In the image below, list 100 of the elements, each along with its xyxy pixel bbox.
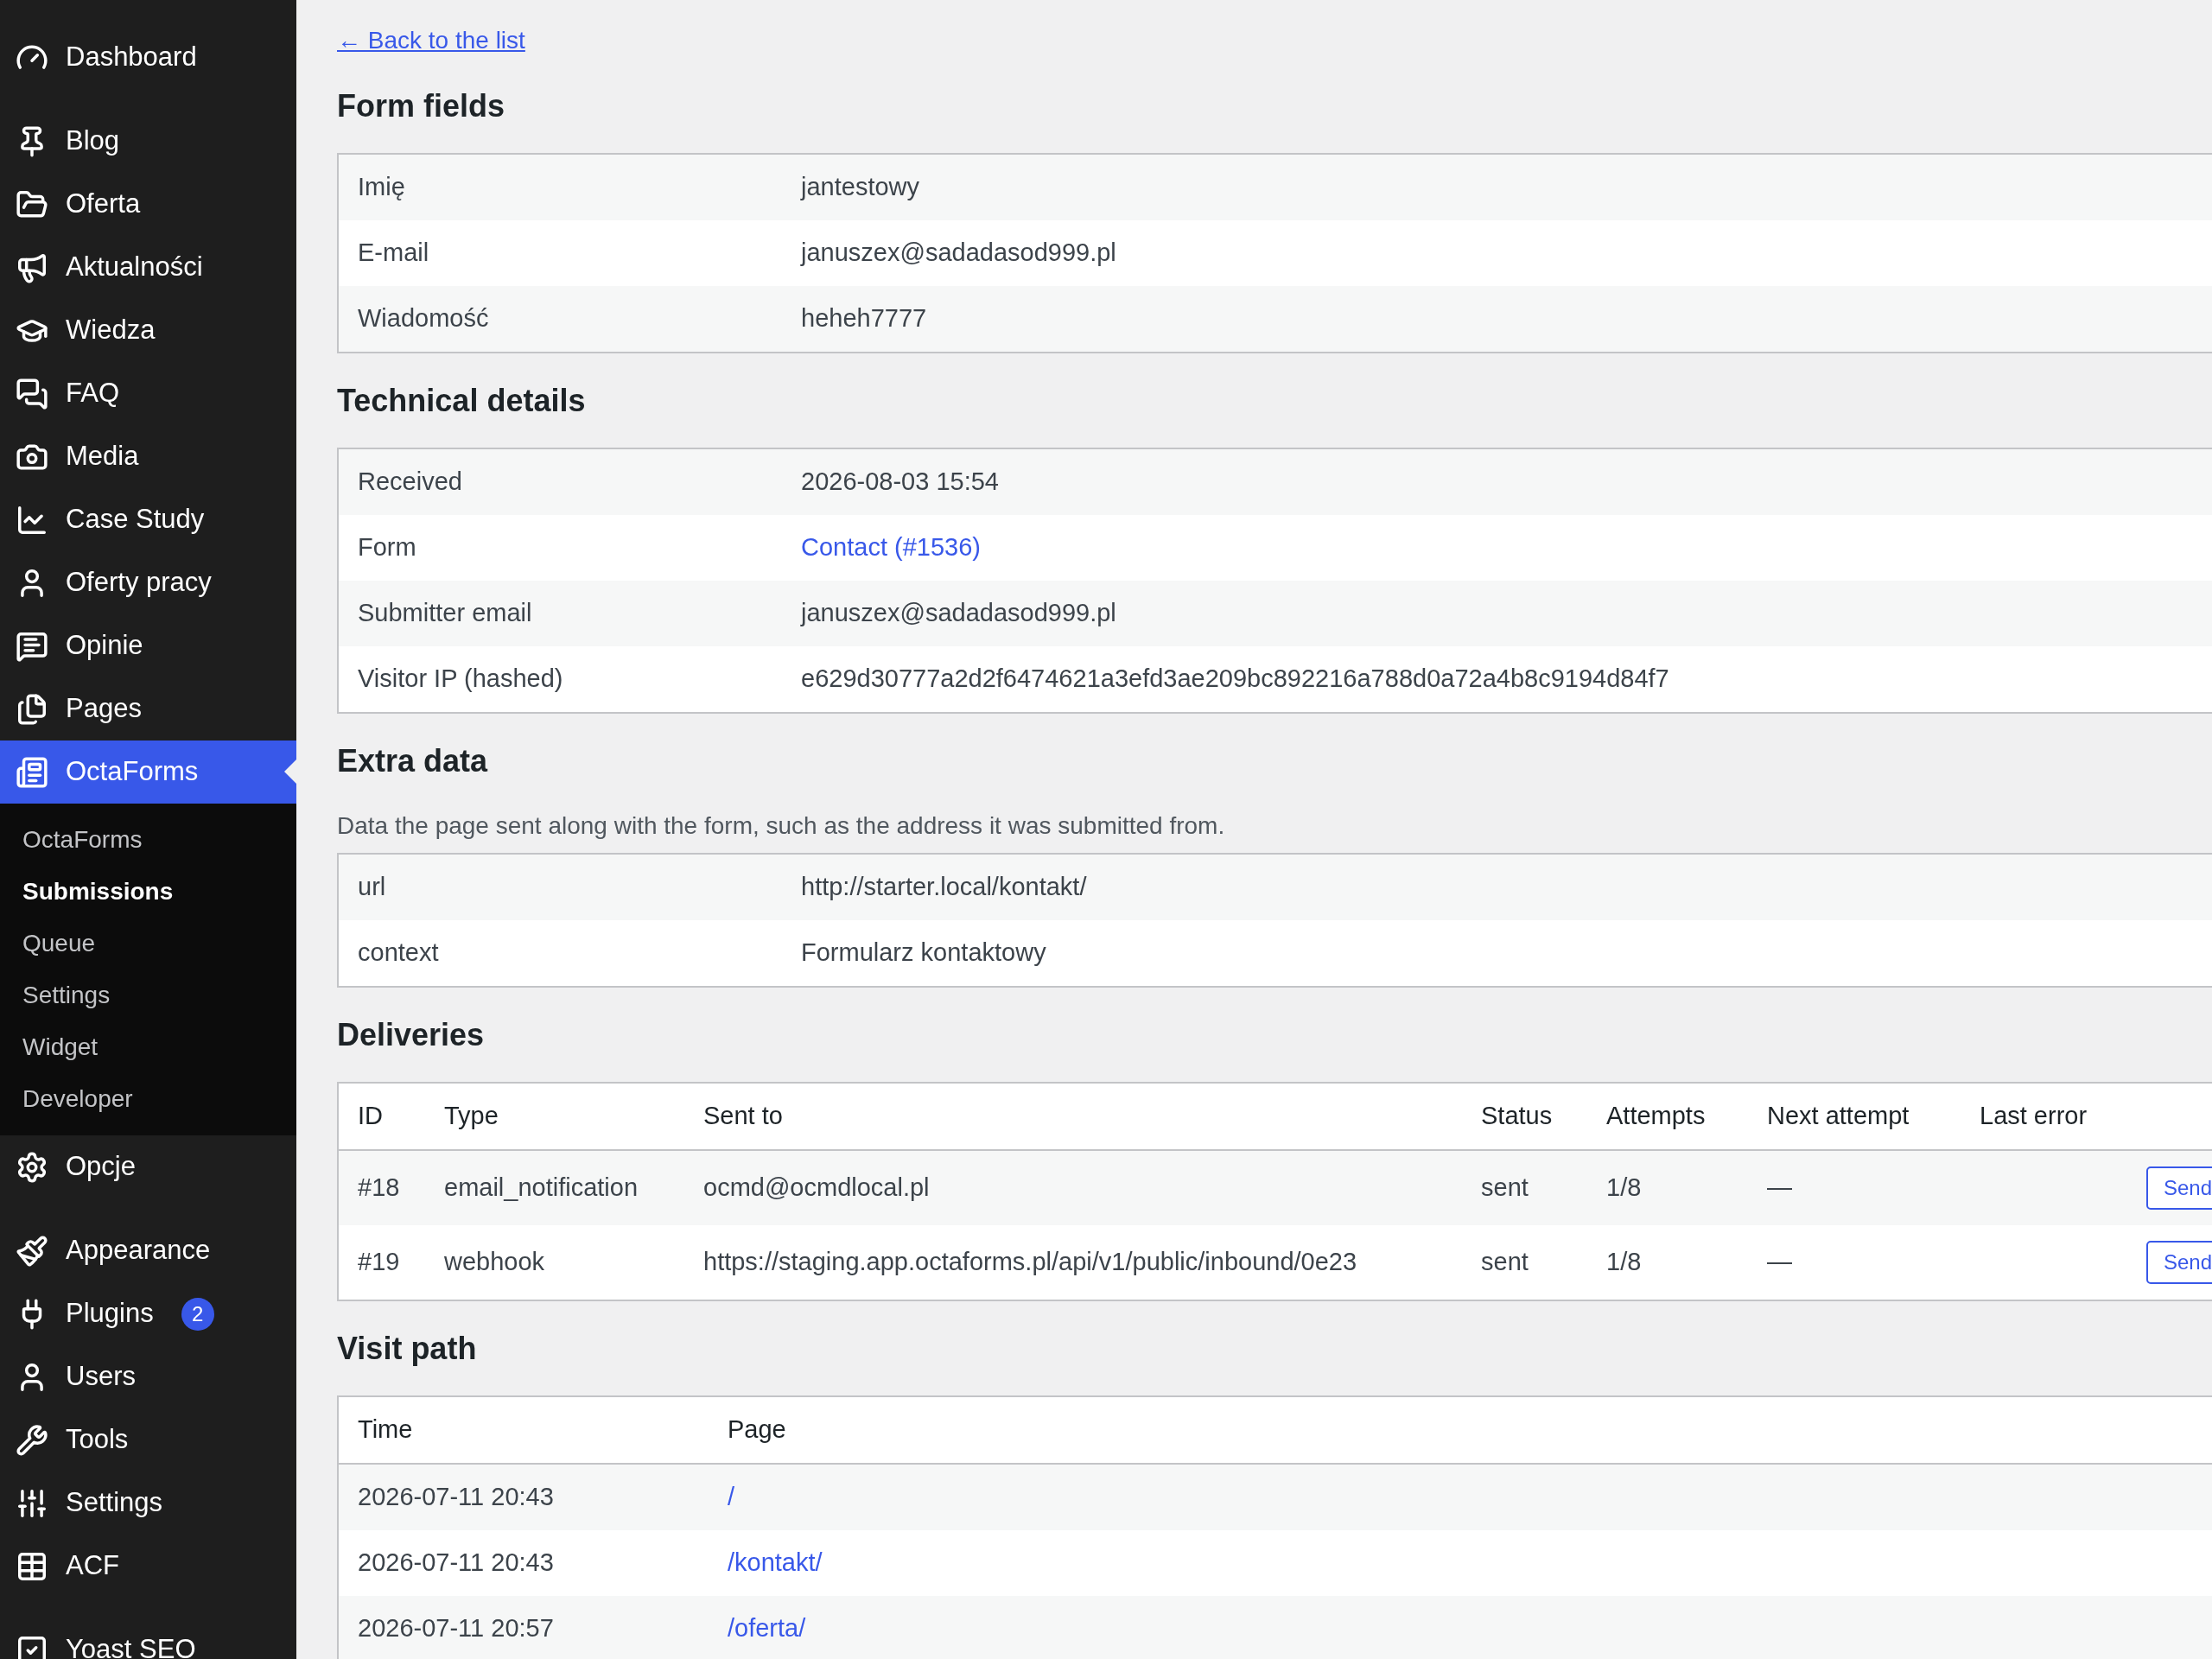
sidebar-item[interactable]: Settings bbox=[0, 1471, 296, 1535]
sidebar-item-label: Dashboard bbox=[66, 41, 197, 74]
table-cell: ocmd@ocmdlocal.pl bbox=[703, 1173, 930, 1202]
section-heading: Technical details bbox=[337, 382, 587, 420]
table-cell: #19 bbox=[358, 1248, 400, 1276]
form-icon bbox=[16, 755, 48, 789]
sidebar-item[interactable]: Oferty pracy bbox=[0, 551, 296, 614]
sidebar-item-label: Users bbox=[66, 1360, 136, 1394]
sidebar-item[interactable]: Tools bbox=[0, 1408, 296, 1471]
current-pointer-icon bbox=[284, 760, 296, 784]
field-label: Wiadomość bbox=[357, 303, 490, 334]
section-heading: Form fields bbox=[337, 87, 506, 125]
submenu-item[interactable]: Widget bbox=[0, 1021, 296, 1073]
chat-bubbles-icon bbox=[16, 377, 48, 410]
sidebar-item[interactable]: Pages bbox=[0, 677, 296, 741]
field-label: Imię bbox=[357, 172, 406, 203]
sidebar-item-label: Oferty pracy bbox=[66, 566, 212, 600]
sidebar-item[interactable]: Appearance bbox=[0, 1219, 296, 1282]
field-value: e629d30777a2d2f6474621a3efd3ae209bc892216a788d0a72a4b8c9194d84f7 bbox=[801, 664, 1669, 695]
page-link[interactable]: /kontakt/ bbox=[728, 1544, 823, 1582]
field-label: Received bbox=[357, 467, 463, 498]
sidebar-item-label: Plugins bbox=[66, 1297, 154, 1331]
table-cell: #18 bbox=[358, 1173, 400, 1202]
column-header: Sent to bbox=[703, 1102, 783, 1130]
table-cell: email_notification bbox=[444, 1173, 639, 1202]
field-value: http://starter.local/kontakt/ bbox=[801, 872, 1087, 903]
sidebar-item-label: Yoast SEO bbox=[66, 1633, 196, 1659]
sidebar-item[interactable]: ACF bbox=[0, 1535, 296, 1598]
field-value: januszex@sadadasod999.pl bbox=[801, 238, 1116, 269]
page-link[interactable]: /oferta/ bbox=[728, 1610, 806, 1648]
field-value: Formularz kontaktowy bbox=[801, 938, 1046, 969]
send-button[interactable]: Send bbox=[2146, 1241, 2212, 1284]
page-link[interactable]: / bbox=[728, 1478, 735, 1516]
sidebar-item[interactable]: Media bbox=[0, 425, 296, 488]
settings-icon bbox=[16, 1150, 48, 1184]
table-cell: webhook bbox=[444, 1248, 545, 1276]
field-label: Submitter email bbox=[357, 598, 533, 629]
sidebar-item[interactable]: Oferta bbox=[0, 173, 296, 236]
sidebar-item[interactable]: Yoast SEO bbox=[0, 1618, 296, 1659]
wrench-icon bbox=[16, 1423, 48, 1457]
back-link[interactable]: ← Back to the list bbox=[337, 27, 525, 54]
sidebar-item-label: Oferta bbox=[66, 188, 141, 221]
sidebar-item[interactable]: Plugins 2 bbox=[0, 1282, 296, 1345]
column-header: Next attempt bbox=[1767, 1102, 1910, 1130]
sidebar-item-label: Opinie bbox=[66, 629, 143, 663]
sidebar-item-label: Aktualności bbox=[66, 251, 203, 284]
table-cell: 1/8 bbox=[1606, 1173, 1642, 1202]
time-cell: 2026-07-11 20:43 bbox=[358, 1483, 554, 1511]
sidebar-item[interactable]: Opinie bbox=[0, 614, 296, 677]
section-heading: Visit path bbox=[337, 1330, 478, 1368]
column-header: Status bbox=[1481, 1102, 1553, 1130]
sidebar-item[interactable]: Dashboard bbox=[0, 26, 296, 89]
submenu-item[interactable]: Submissions bbox=[0, 866, 296, 918]
field-value: jantestowy bbox=[801, 172, 919, 203]
sidebar-item-label: ACF bbox=[66, 1549, 119, 1583]
submenu-item[interactable]: Settings bbox=[0, 969, 296, 1021]
sidebar-item[interactable]: OctaForms bbox=[0, 741, 296, 804]
count-badge: 2 bbox=[181, 1297, 214, 1331]
column-header: Type bbox=[444, 1102, 499, 1130]
submenu-item[interactable]: OctaForms bbox=[0, 814, 296, 866]
sidebar-item[interactable]: Case Study bbox=[0, 488, 296, 551]
sidebar-item[interactable]: Wiedza bbox=[0, 299, 296, 362]
send-button[interactable]: Send bbox=[2146, 1166, 2212, 1210]
column-header: Attempts bbox=[1606, 1102, 1706, 1130]
field-label: Visitor IP (hashed) bbox=[357, 664, 564, 695]
table-cell: sent bbox=[1481, 1248, 1529, 1276]
form-link[interactable]: Contact (#1536) bbox=[801, 529, 981, 567]
sidebar-item-label: Case Study bbox=[66, 503, 205, 537]
submenu-item[interactable]: Queue bbox=[0, 918, 296, 969]
submenu-item[interactable]: Developer bbox=[0, 1073, 296, 1125]
sidebar-item[interactable]: Blog bbox=[0, 110, 296, 173]
pages-icon bbox=[16, 692, 48, 726]
field-label: E-mail bbox=[357, 238, 430, 269]
column-header: Time bbox=[358, 1415, 413, 1444]
field-value: januszex@sadadasod999.pl bbox=[801, 598, 1116, 629]
sidebar-item-label: Wiedza bbox=[66, 314, 156, 347]
sidebar-item-label: Settings bbox=[66, 1486, 162, 1520]
sidebar-item[interactable]: Aktualności bbox=[0, 236, 296, 299]
column-header: Page bbox=[728, 1414, 786, 1446]
sidebar-item-label: Pages bbox=[66, 692, 142, 726]
section-description: Data the page sent along with the form, such as the address it was submitted from. bbox=[337, 811, 1226, 841]
table-cell: 1/8 bbox=[1606, 1248, 1642, 1276]
sidebar-item[interactable]: Users bbox=[0, 1345, 296, 1408]
time-cell: 2026-07-11 20:57 bbox=[358, 1614, 554, 1643]
sidebar-item-label: Opcje bbox=[66, 1150, 136, 1184]
sidebar-item[interactable]: Opcje bbox=[0, 1135, 296, 1198]
field-label: Form bbox=[357, 532, 417, 563]
column-header: ID bbox=[358, 1102, 383, 1130]
table-cell: — bbox=[1767, 1248, 1792, 1276]
sidebar-item-label: Blog bbox=[66, 124, 120, 158]
sidebar-item[interactable]: FAQ bbox=[0, 362, 296, 425]
table-cell: — bbox=[1767, 1173, 1792, 1202]
column-header: Last error bbox=[1980, 1102, 2088, 1130]
section-heading: Extra data bbox=[337, 742, 489, 780]
field-label: url bbox=[357, 872, 387, 903]
field-value: heheh7777 bbox=[801, 303, 927, 334]
table-cell: https://staging.app.octaforms.pl/api/v1/public/inbound/0e23 bbox=[703, 1248, 1357, 1276]
sidebar-item-label: OctaForms bbox=[66, 755, 199, 789]
paintbrush-icon bbox=[16, 1234, 48, 1268]
sidebar-item-label: Appearance bbox=[66, 1234, 211, 1268]
